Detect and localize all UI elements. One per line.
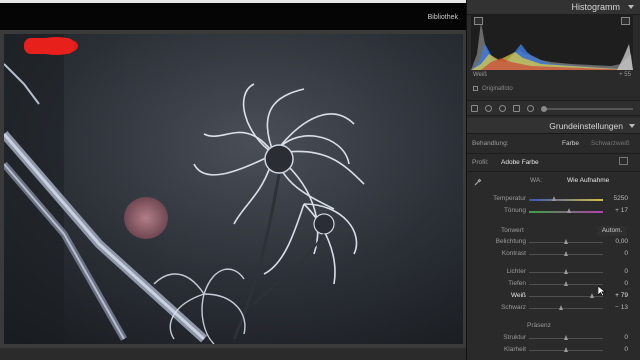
- shadow-clipping-toggle[interactable]: [474, 17, 483, 25]
- clarity-value[interactable]: 0: [624, 346, 628, 353]
- histogram-graph[interactable]: [471, 14, 633, 70]
- shadows-slider[interactable]: [529, 281, 603, 286]
- original-photo-label: Originalfoto: [482, 86, 513, 93]
- wb-label: WA:: [530, 177, 543, 184]
- photo-preview[interactable]: [4, 34, 463, 344]
- highlights-label: Lichter: [506, 268, 526, 275]
- wb-dropdown[interactable]: Wie Aufnahme: [567, 177, 609, 184]
- contrast-thumb[interactable]: [563, 251, 568, 256]
- treatment-color-tab[interactable]: Farbe: [562, 140, 579, 147]
- whites-slider[interactable]: [529, 293, 603, 298]
- tool-slider-knob[interactable]: [541, 106, 547, 112]
- clarity-thumb[interactable]: [563, 347, 568, 352]
- treatment-bw-tab[interactable]: Schwarzweiß: [591, 140, 630, 147]
- library-module-link[interactable]: Bibliothek: [428, 14, 458, 21]
- highlights-thumb[interactable]: [563, 269, 568, 274]
- spot-removal-icon[interactable]: [499, 105, 506, 112]
- develop-right-panel: Histogramm Weiß + 55 Originalfoto Grunde…: [466, 0, 640, 360]
- photo-canvas-area: [0, 30, 466, 360]
- tone-section-label: Tonwert: [501, 227, 524, 234]
- photo-image: [4, 34, 463, 344]
- temperature-thumb[interactable]: [552, 196, 557, 201]
- exposure-thumb[interactable]: [563, 239, 568, 244]
- temperature-slider[interactable]: [529, 196, 603, 201]
- blacks-label: Schwarz: [501, 304, 526, 311]
- whites-label: Weiß: [510, 292, 526, 299]
- contrast-label: Kontrast: [501, 250, 526, 257]
- texture-label: Struktur: [503, 334, 526, 341]
- original-photo-toggle[interactable]: Originalfoto: [473, 86, 513, 92]
- crop-tool-icon[interactable]: [485, 105, 492, 112]
- texture-slider[interactable]: [529, 335, 603, 340]
- collapse-triangle-icon[interactable]: [628, 5, 634, 9]
- mouse-cursor-icon: [598, 286, 606, 296]
- temperature-value[interactable]: 5250: [614, 195, 628, 202]
- tint-thumb[interactable]: [567, 208, 572, 213]
- shadows-value[interactable]: 0: [624, 280, 628, 287]
- profile-dropdown[interactable]: Adobe Farbe: [501, 159, 539, 166]
- treatment-label: Behandlung:: [472, 140, 509, 147]
- red-eye-icon[interactable]: [513, 105, 520, 112]
- tint-value[interactable]: + 17: [615, 207, 628, 214]
- profile-browser-icon[interactable]: [619, 157, 628, 165]
- presence-section-label: Präsenz: [527, 322, 551, 329]
- filmstrip-edge: [0, 348, 466, 360]
- blacks-slider[interactable]: [529, 305, 603, 310]
- contrast-value[interactable]: 0: [624, 250, 628, 257]
- basic-panel-header[interactable]: Grundeinstellungen: [467, 118, 640, 134]
- profile-label: Profil:: [472, 159, 489, 166]
- divider: [467, 171, 640, 172]
- contrast-slider[interactable]: [529, 251, 603, 256]
- tint-label: Tönung: [503, 207, 526, 214]
- collapse-triangle-icon[interactable]: [629, 124, 635, 128]
- exposure-label: Belichtung: [495, 238, 526, 245]
- white-balance-eyedropper-icon[interactable]: [474, 178, 482, 186]
- original-photo-checkbox[interactable]: [473, 86, 478, 91]
- temperature-label: Temperatur: [493, 195, 526, 202]
- histogram-readout-value: + 55: [619, 72, 631, 78]
- highlight-clipping-toggle[interactable]: [621, 17, 630, 25]
- histogram-title: Histogramm: [571, 2, 620, 12]
- shadows-thumb[interactable]: [563, 281, 568, 286]
- blacks-value[interactable]: − 13: [615, 304, 628, 311]
- texture-thumb[interactable]: [563, 335, 568, 340]
- histogram-panel-header[interactable]: Histogramm: [467, 0, 640, 15]
- auto-tone-button[interactable]: Autom.: [597, 226, 627, 236]
- module-bar: Bibliothek: [0, 3, 466, 30]
- divider: [467, 153, 640, 154]
- shadows-label: Tiefen: [508, 280, 526, 287]
- histogram-curves: [471, 22, 633, 70]
- clarity-label: Klarheit: [503, 346, 526, 353]
- exposure-slider[interactable]: [529, 239, 603, 244]
- tint-slider[interactable]: [529, 208, 603, 213]
- whites-value[interactable]: + 79: [615, 292, 628, 299]
- grid-tool-icon[interactable]: [471, 105, 478, 112]
- exposure-value[interactable]: 0,00: [615, 238, 628, 245]
- tool-strip: [467, 100, 640, 116]
- histogram-readout-label: Weiß: [473, 72, 487, 78]
- whites-thumb[interactable]: [590, 293, 595, 298]
- highlights-slider[interactable]: [529, 269, 603, 274]
- tool-slider[interactable]: [541, 106, 633, 112]
- clarity-slider[interactable]: [529, 347, 603, 352]
- basic-panel-title: Grundeinstellungen: [549, 121, 623, 131]
- mask-icon[interactable]: [527, 105, 534, 112]
- texture-value[interactable]: 0: [624, 334, 628, 341]
- blacks-thumb[interactable]: [559, 305, 564, 310]
- highlights-value[interactable]: 0: [624, 268, 628, 275]
